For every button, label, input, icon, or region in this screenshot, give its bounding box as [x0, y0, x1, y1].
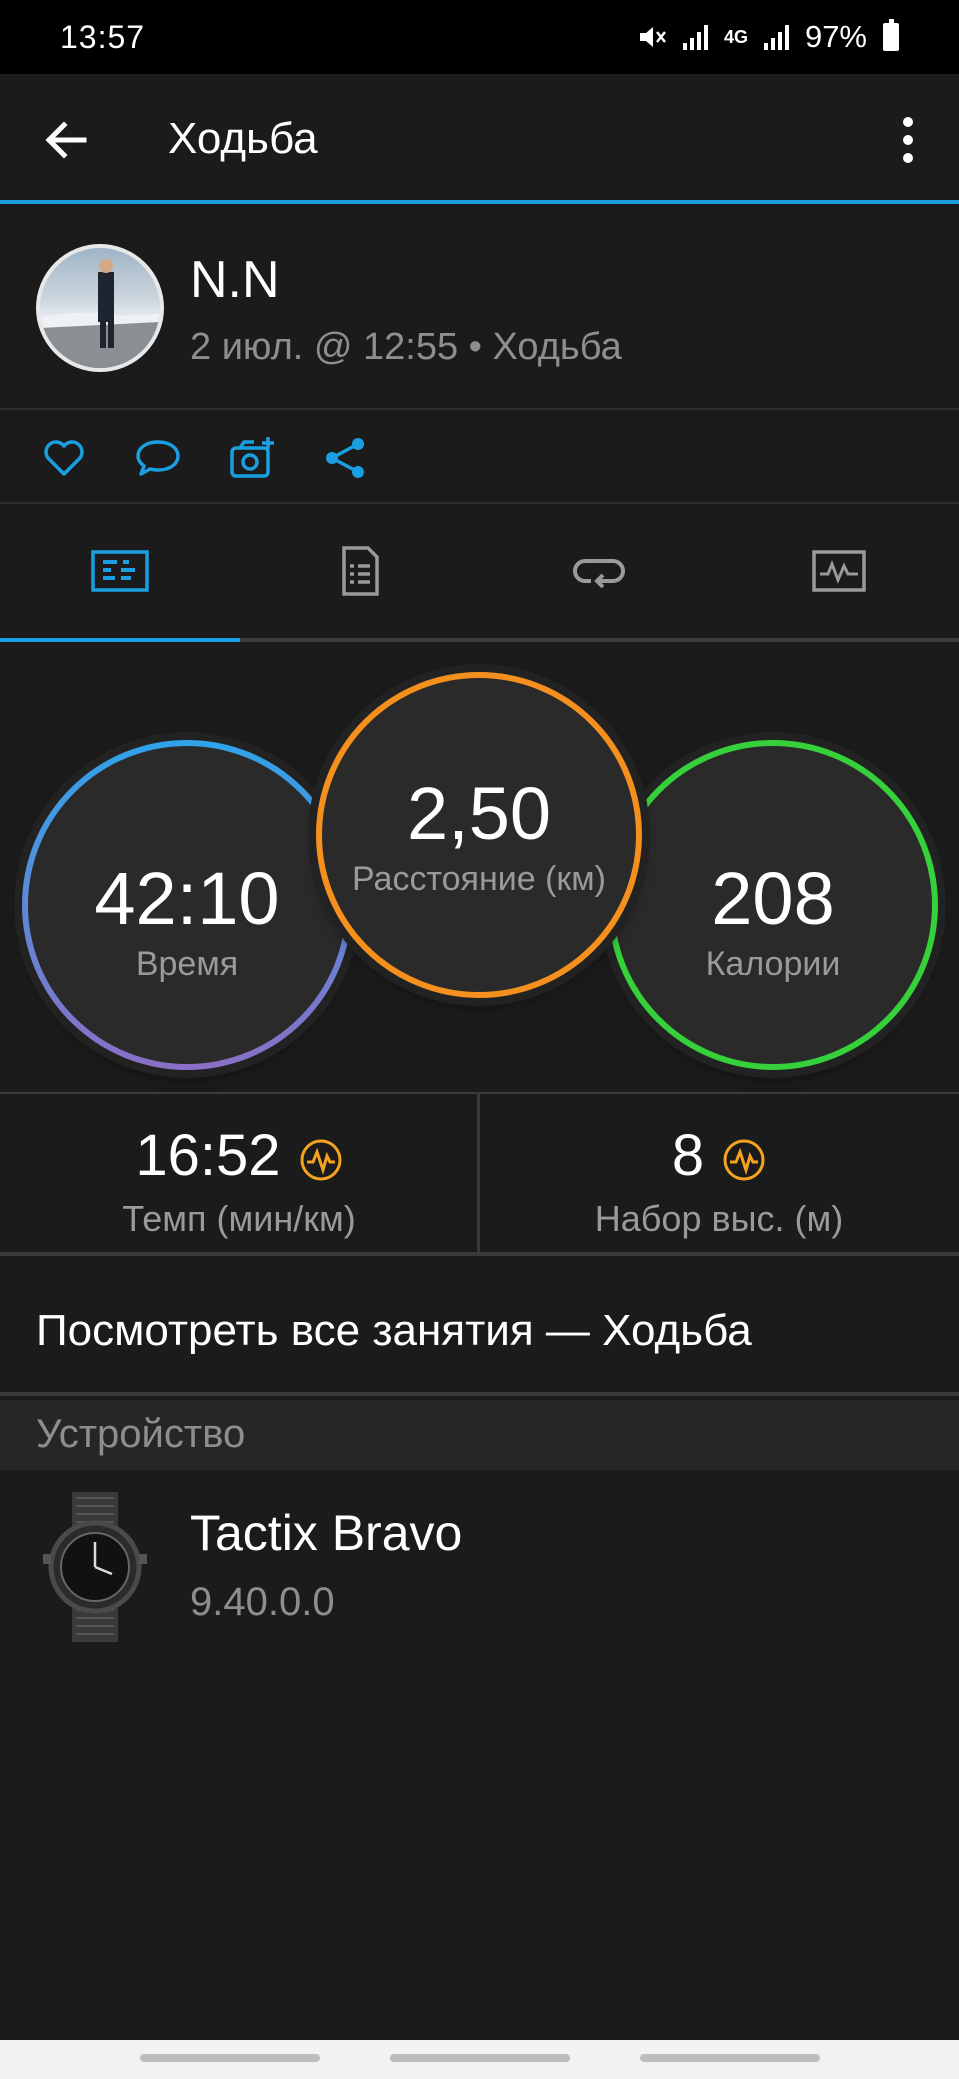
watch-icon: [43, 1492, 147, 1642]
battery-icon: [883, 19, 899, 51]
tab-charts[interactable]: [719, 504, 959, 638]
activity-meta: 2 июл. @ 12:55 • Ходьба: [190, 326, 622, 368]
tab-details[interactable]: [240, 504, 480, 638]
status-time: 13:57: [60, 18, 146, 55]
status-bar: 13:57 4G 97%: [0, 0, 959, 74]
calories-label: Калории: [705, 945, 841, 983]
activity-tabs: [0, 504, 959, 642]
distance-stat: 2,50 Расстояние (км): [316, 672, 642, 998]
device-name: Tactix Bravo: [190, 1505, 463, 1561]
social-actions: [0, 410, 959, 504]
network-type: 4G: [723, 26, 748, 47]
signal-icon-2: [763, 24, 789, 50]
nav-back-button[interactable]: [640, 2054, 820, 2062]
time-value: 42:10: [94, 857, 280, 940]
laps-icon: [573, 559, 625, 589]
calories-stat: 208 Калории: [608, 740, 938, 1070]
chart-icon: [812, 550, 866, 592]
activity-header: N.N 2 июл. @ 12:55 • Ходьба: [0, 204, 959, 410]
back-arrow-icon[interactable]: [40, 114, 92, 166]
calories-value: 208: [711, 857, 835, 940]
signal-icon: [682, 24, 708, 50]
distance-value: 2,50: [406, 772, 552, 855]
elevation-label: Набор выс. (м): [594, 1198, 844, 1239]
user-name: N.N: [190, 251, 280, 309]
battery-level: 97%: [804, 19, 867, 54]
more-options-icon[interactable]: [890, 112, 926, 168]
metrics-row: 16:52 Темп (мин/км) 8 Набор выс. (м): [0, 1094, 959, 1256]
elevation-metric: 8 Набор выс. (м): [480, 1094, 958, 1252]
person-photo: [40, 259, 160, 368]
details-icon: [342, 546, 379, 596]
tab-laps[interactable]: [479, 504, 719, 638]
view-all-activities-link[interactable]: Посмотреть все занятия — Ходьба: [0, 1260, 959, 1396]
device-section-title: Устройство: [0, 1400, 959, 1470]
distance-label: Расстояние (км): [352, 860, 606, 898]
nav-recent-button[interactable]: [140, 2054, 320, 2062]
comment-icon[interactable]: [134, 434, 182, 482]
heart-rate-badge-icon: [300, 1139, 342, 1181]
tab-stats[interactable]: [0, 504, 240, 638]
summary-stats: 42:10 Время 208 Калории 2,50 Расстояние …: [0, 642, 959, 1094]
heart-icon[interactable]: [40, 434, 88, 482]
add-photo-icon[interactable]: [228, 434, 276, 482]
page-title: Ходьба: [168, 114, 318, 163]
heart-rate-badge-icon: [723, 1139, 765, 1181]
time-stat: 42:10 Время: [22, 740, 352, 1070]
nav-home-button[interactable]: [390, 2054, 570, 2062]
pace-label: Темп (мин/км): [122, 1198, 356, 1239]
pace-value: 16:52: [135, 1123, 281, 1188]
elevation-value: 8: [671, 1123, 705, 1188]
status-icons: 4G 97%: [637, 19, 899, 55]
share-icon[interactable]: [322, 434, 370, 482]
mute-icon: [639, 27, 666, 47]
system-nav-bar: [0, 2040, 959, 2079]
time-label: Время: [135, 945, 239, 983]
stats-icon: [91, 550, 149, 592]
pace-metric: 16:52 Темп (мин/км): [0, 1094, 478, 1252]
device-version: 9.40.0.0: [190, 1580, 335, 1624]
app-bar: Ходьба: [0, 74, 959, 204]
device-row[interactable]: Tactix Bravo 9.40.0.0: [0, 1470, 959, 1650]
avatar[interactable]: [36, 244, 164, 372]
